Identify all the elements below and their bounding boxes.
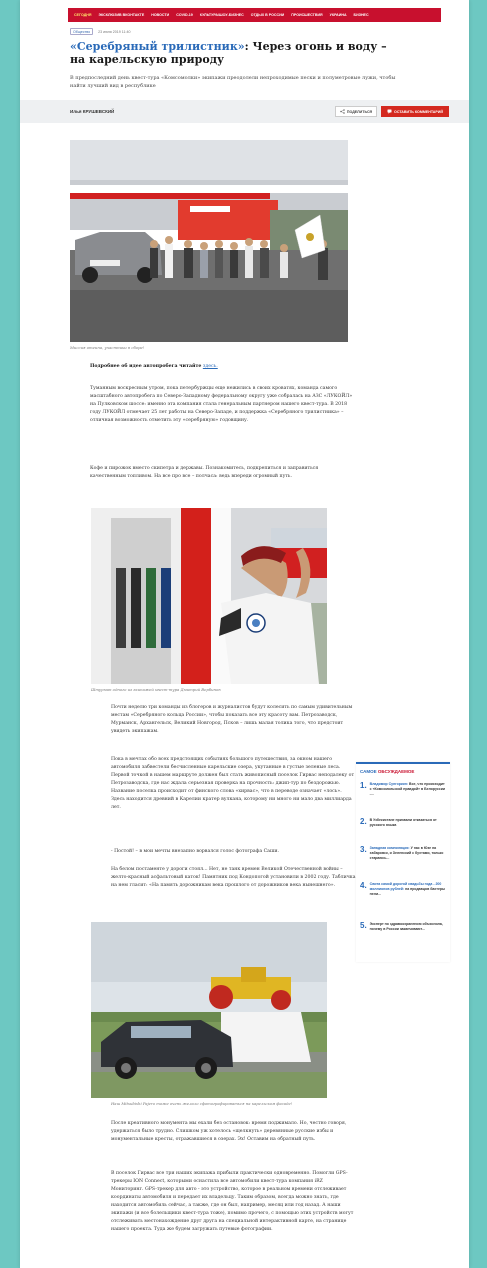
paragraph: Туманным воскресным утром, пока петербур…	[90, 386, 353, 423]
item-number: 2.	[360, 817, 367, 826]
most-discussed-item[interactable]: 5. Эксперт по здравоохранению объяснила,…	[360, 922, 446, 932]
paragraph: Почти неделю три команды из блогеров и ж…	[111, 705, 353, 734]
photo-caption: Штурман одного из экипажей квест-тура Дм…	[91, 687, 221, 692]
most-discussed-widget: САМОЕ ОБСУЖДАЕМОЕ 1. Владимир Сунгоркин:…	[356, 762, 450, 962]
nav-item[interactable]: Культура/Шоу-бизнес	[200, 13, 244, 17]
team-photo	[70, 140, 348, 342]
article-page: Сегодня Эксклюзив ВКонтакте Новости Covi…	[20, 0, 469, 1268]
monument-car-photo	[91, 922, 327, 1098]
item-text: Владимир Сунгоркин: Все, что происходит …	[369, 782, 446, 796]
paragraph: - Постой! – в мои мечты внезапно ворвалс…	[111, 849, 279, 854]
most-discussed-item[interactable]: 1. Владимир Сунгоркин: Все, что происход…	[360, 781, 446, 796]
fuel-pump-photo	[91, 508, 327, 684]
item-number: 4.	[360, 881, 367, 890]
article-meta: Общество 23 июля 2019 11:40	[70, 28, 130, 35]
share-button[interactable]: ПОДЕЛИТЬСЯ	[335, 106, 377, 117]
nav-item[interactable]: Эксклюзив ВКонтакте	[98, 13, 144, 17]
title-highlight: «Серебряный трилистник»	[70, 40, 245, 53]
most-discussed-item[interactable]: 4. Свита самой дорогой свадьбы года - 20…	[360, 881, 446, 896]
paragraph: Пока в мечтах обо всех предстоящих событ…	[111, 757, 355, 810]
comment-label: ОСТАВИТЬ КОММЕНТАРИЙ	[394, 109, 443, 114]
publish-date: 23 июля 2019 11:40	[98, 29, 131, 34]
nav-item[interactable]: Отдых в России	[251, 13, 284, 17]
nav-item[interactable]: Новости	[151, 13, 169, 17]
more-info-line: Подробнее об идее автопробега читайте зд…	[90, 363, 350, 371]
most-discussed-item[interactable]: 3. Западная компиляция: У нас в Юзе на х…	[360, 845, 446, 860]
photo-caption: Миссия отеина, участники в сборе!	[70, 345, 145, 350]
paragraph: В поселок Гирвас все три наших экипажа п…	[111, 1171, 354, 1232]
share-icon	[340, 109, 345, 114]
nav-item[interactable]: Происшествия	[291, 13, 322, 17]
nav-item[interactable]: Сегодня	[74, 13, 91, 17]
article-lead: В предпоследний день квест-тура «Комсомо…	[70, 75, 396, 89]
item-number: 1.	[360, 781, 367, 790]
paragraph: На белом постаменте у дороги стоял... Не…	[111, 867, 356, 888]
more-info-link[interactable]: здесь.	[203, 364, 218, 369]
item-number: 5.	[360, 921, 367, 930]
top-navigation: Сегодня Эксклюзив ВКонтакте Новости Covi…	[68, 8, 441, 22]
nav-item[interactable]: Бизнес	[354, 13, 369, 17]
share-label: ПОДЕЛИТЬСЯ	[346, 109, 373, 114]
photo-caption: Наш Mitsubishi Pajero тоже очень желало …	[111, 1101, 293, 1106]
item-text: Западная компиляция: У нас в Юзе на хаба…	[369, 846, 444, 860]
article-title: «Серебряный трилистник»: Через огонь и в…	[70, 40, 400, 66]
most-discussed-item[interactable]: 2. В Узбекистане призвали отказаться от …	[360, 818, 446, 828]
paragraph: Кофе и пирожок вместо скипетра и державы…	[90, 466, 319, 479]
item-text: Эксперт по здравоохранению объяснила, по…	[369, 922, 443, 931]
nav-item[interactable]: Украина	[330, 13, 347, 17]
item-text: В Узбекистане призвали отказаться от рус…	[369, 818, 437, 827]
widget-title: САМОЕ ОБСУЖДАЕМОЕ	[360, 769, 415, 774]
more-info-bold: Подробнее об идее автопробега читайте	[90, 364, 202, 369]
paragraph: После креативного монумента мы ехали без…	[111, 1121, 347, 1142]
item-text: Свита самой дорогой свадьбы года - 200 м…	[369, 882, 446, 896]
item-number: 3.	[360, 845, 367, 854]
author-bar: Илья КРУШЕВСКИЙ ПОДЕЛИТЬСЯ ОСТАВИТЬ КОММ…	[20, 100, 469, 123]
author-name[interactable]: Илья КРУШЕВСКИЙ	[70, 109, 114, 114]
comment-icon	[387, 109, 392, 114]
leave-comment-button[interactable]: ОСТАВИТЬ КОММЕНТАРИЙ	[381, 106, 449, 117]
rubric-tag[interactable]: Общество	[70, 28, 94, 35]
nav-item[interactable]: Covid-19	[176, 13, 193, 17]
